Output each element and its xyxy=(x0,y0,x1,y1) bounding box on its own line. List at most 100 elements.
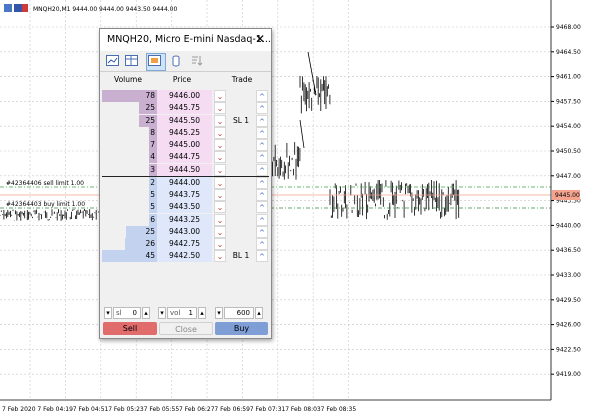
chevron-down-icon[interactable]: ⌄ xyxy=(214,189,226,201)
sort-icon[interactable] xyxy=(190,55,204,67)
chevron-down-icon[interactable]: ⌄ xyxy=(214,250,226,263)
price-cell[interactable]: 9443.50 xyxy=(157,201,212,214)
price-cell[interactable]: 9443.75 xyxy=(157,189,212,201)
chart-line-icon[interactable] xyxy=(106,55,120,67)
dom-row[interactable]: 2 9444.00 ⌄ ^ xyxy=(102,176,269,189)
price-chart[interactable]: #42364406 sell limit 1.00 #42364403 buy … xyxy=(0,0,590,419)
chevron-up-icon[interactable]: ^ xyxy=(256,102,268,115)
price-cell[interactable]: 9444.00 xyxy=(157,176,212,189)
chevron-down-icon[interactable]: ⌄ xyxy=(214,90,226,102)
dom-row[interactable]: 25 9445.50 ⌄ SL 1 ^ xyxy=(102,114,269,127)
volume-cell: 2 xyxy=(149,176,157,189)
chevron-up-icon[interactable]: ^ xyxy=(256,114,268,127)
dom-title-bar[interactable]: MNQH20, Micro E-mini Nasdaq-1... ✕ xyxy=(100,29,271,51)
price-cell[interactable]: 9445.00 xyxy=(157,139,212,151)
trade-cell[interactable] xyxy=(227,127,255,139)
dom-row[interactable]: 5 9443.50 ⌄ ^ xyxy=(102,201,269,214)
vol-field[interactable]: vol 1 xyxy=(167,307,197,319)
chevron-up-icon[interactable]: ^ xyxy=(256,225,268,238)
sell-order-label: #42364406 sell limit 1.00 xyxy=(6,180,84,187)
price-cell[interactable]: 9445.50 xyxy=(157,114,212,127)
chevron-up-icon[interactable]: ^ xyxy=(256,201,268,214)
chevron-down-icon[interactable]: ⌄ xyxy=(214,163,226,176)
price-cell[interactable]: 9445.75 xyxy=(157,102,212,115)
dom-row[interactable]: 8 9445.25 ⌄ ^ xyxy=(102,126,269,139)
table-icon[interactable] xyxy=(125,55,139,67)
chevron-down-icon[interactable]: ⌄ xyxy=(214,126,226,139)
tp-up-icon[interactable]: ▴ xyxy=(255,307,263,319)
price-axis-label: 9468.00 xyxy=(556,24,581,31)
chevron-down-icon[interactable]: ⌄ xyxy=(214,201,226,214)
chevron-up-icon[interactable]: ^ xyxy=(256,250,268,263)
chevron-up-icon[interactable]: ^ xyxy=(256,163,268,176)
price-cell[interactable]: 9442.75 xyxy=(157,238,212,250)
trade-cell[interactable] xyxy=(227,90,255,102)
trade-header: Trade xyxy=(231,75,253,84)
trade-cell[interactable] xyxy=(227,102,255,114)
trade-cell[interactable] xyxy=(227,189,255,201)
chevron-up-icon[interactable]: ^ xyxy=(256,90,268,102)
chevron-down-icon[interactable]: ⌄ xyxy=(214,151,226,164)
dom-view-icon[interactable] xyxy=(148,55,162,67)
chevron-up-icon[interactable]: ^ xyxy=(256,189,268,201)
trade-cell[interactable] xyxy=(227,164,255,176)
price-cell[interactable]: 9443.00 xyxy=(157,225,212,238)
dom-row[interactable]: 3 9444.50 ⌄ ^ xyxy=(102,163,269,176)
trade-cell[interactable] xyxy=(227,139,255,151)
price-cell[interactable]: 9443.25 xyxy=(157,213,212,226)
sl-field[interactable]: sl 0 xyxy=(113,307,141,319)
chevron-up-icon[interactable]: ^ xyxy=(256,126,268,139)
close-button[interactable]: Close xyxy=(159,322,213,335)
chevron-up-icon[interactable]: ^ xyxy=(256,213,268,226)
chevron-down-icon[interactable]: ⌄ xyxy=(214,139,226,151)
dom-row[interactable]: 45 9442.50 ⌄ BL 1 ^ xyxy=(102,250,269,263)
chevron-down-icon[interactable]: ⌄ xyxy=(214,213,226,226)
volume-cell: 25 xyxy=(102,102,157,115)
chevron-down-icon[interactable]: ⌄ xyxy=(214,238,226,250)
tp-down-icon[interactable]: ▾ xyxy=(215,307,223,319)
sell-button[interactable]: Sell xyxy=(103,322,157,335)
price-cell[interactable]: 9444.75 xyxy=(157,151,212,164)
price-axis-label: 9440.00 xyxy=(556,222,581,229)
chevron-up-icon[interactable]: ^ xyxy=(256,176,268,189)
chevron-down-icon[interactable]: ⌄ xyxy=(214,114,226,127)
depth-of-market-window[interactable]: MNQH20, Micro E-mini Nasdaq-1... ✕ Volum… xyxy=(99,28,272,339)
trade-cell[interactable]: BL 1 xyxy=(227,250,255,262)
trade-cell[interactable]: SL 1 xyxy=(227,115,255,127)
dom-row[interactable]: 25 9443.00 ⌄ ^ xyxy=(102,225,269,238)
price-cell[interactable]: 9442.50 xyxy=(157,250,212,263)
dom-row[interactable]: 4 9444.75 ⌄ ^ xyxy=(102,151,269,164)
buy-button[interactable]: Buy xyxy=(215,322,268,335)
chevron-up-icon[interactable]: ^ xyxy=(256,151,268,164)
chevron-down-icon[interactable]: ⌄ xyxy=(214,102,226,115)
trade-cell[interactable] xyxy=(227,238,255,250)
trade-cell[interactable] xyxy=(227,201,255,213)
dom-row[interactable]: 6 9443.25 ⌄ ^ xyxy=(102,213,269,226)
trade-cell[interactable] xyxy=(227,151,255,163)
price-cell[interactable]: 9446.00 xyxy=(157,90,212,102)
chevron-up-icon[interactable]: ^ xyxy=(256,238,268,250)
time-axis-label: 7 Feb 05:23 xyxy=(108,406,144,413)
trade-cell[interactable] xyxy=(227,226,255,238)
price-cell[interactable]: 9445.25 xyxy=(157,126,212,139)
vol-down-icon[interactable]: ▾ xyxy=(158,307,166,319)
dom-row[interactable]: 25 9445.75 ⌄ ^ xyxy=(102,102,269,115)
chevron-down-icon[interactable]: ⌄ xyxy=(214,225,226,238)
chevron-up-icon[interactable]: ^ xyxy=(256,139,268,151)
dom-row[interactable]: 5 9443.75 ⌄ ^ xyxy=(102,189,269,201)
close-icon[interactable]: ✕ xyxy=(255,32,265,46)
sl-down-icon[interactable]: ▾ xyxy=(104,307,112,319)
time-axis-label: 7 Feb 04:51 xyxy=(73,406,109,413)
chevron-down-icon[interactable]: ⌄ xyxy=(214,176,226,189)
trade-cell[interactable] xyxy=(227,214,255,226)
cylinder-icon[interactable] xyxy=(169,55,183,67)
sl-up-icon[interactable]: ▴ xyxy=(142,307,150,319)
time-axis-label: 7 Feb 06:27 xyxy=(179,406,215,413)
tp-field[interactable]: 600 xyxy=(224,307,254,319)
vol-up-icon[interactable]: ▴ xyxy=(198,307,206,319)
dom-row[interactable]: 7 9445.00 ⌄ ^ xyxy=(102,139,269,151)
dom-row[interactable]: 78 9446.00 ⌄ ^ xyxy=(102,90,269,102)
dom-row[interactable]: 26 9442.75 ⌄ ^ xyxy=(102,238,269,250)
price-cell[interactable]: 9444.50 xyxy=(157,163,212,176)
trade-cell[interactable] xyxy=(227,177,255,189)
